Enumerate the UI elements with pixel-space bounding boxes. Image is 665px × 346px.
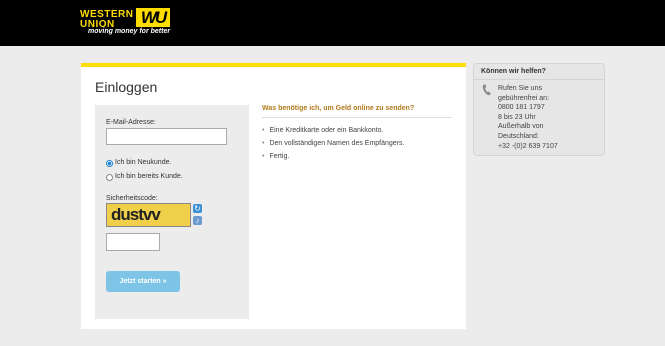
help-phone-number: 0800 181 1797 — [498, 104, 545, 112]
speaker-icon[interactable]: ♪ — [193, 216, 202, 225]
radio-new-customer[interactable] — [106, 160, 113, 167]
radio-new-customer-label[interactable]: Ich bin Neukunde. — [115, 159, 171, 166]
list-item: Fertig. — [262, 150, 404, 163]
captcha-label: Sicherheitscode: — [106, 195, 158, 202]
help-intl-number: +32 -(0)2 639 7107 — [498, 142, 558, 150]
brand-tagline: moving money for better — [88, 28, 171, 35]
login-card: Einloggen E-Mail-Adresse: Ich bin Neukun… — [81, 63, 466, 329]
help-box: Können wir helfen? Rufen Sie uns gebühre… — [473, 63, 605, 156]
requirements-list: Eine Kreditkarte oder ein Bankkonto. Den… — [262, 124, 404, 163]
help-line: Rufen Sie uns — [498, 85, 542, 92]
refresh-icon[interactable]: ↻ — [193, 204, 202, 213]
header-bar: WESTERN UNION WU moving money for better — [0, 0, 665, 46]
email-field[interactable] — [106, 128, 227, 145]
help-line: Deutschland: — [498, 132, 539, 140]
radio-existing-customer[interactable] — [106, 174, 113, 181]
help-line: gebührenfrei an: — [498, 94, 549, 102]
help-divider — [474, 79, 604, 80]
help-contact-text: Rufen Sie uns gebührenfrei an: 0800 181 … — [498, 84, 558, 151]
help-line: Außerhalb von — [498, 123, 544, 131]
list-item: Den vollständigen Namen des Empfängers. — [262, 137, 404, 150]
submit-button[interactable]: Jetzt starten » — [106, 271, 180, 292]
info-divider — [262, 117, 452, 118]
brand-logo-text[interactable]: WESTERN UNION — [80, 10, 134, 30]
captcha-input[interactable] — [106, 233, 160, 251]
list-item: Eine Kreditkarte oder ein Bankkonto. — [262, 124, 404, 137]
brand-logo-mark[interactable]: WU — [136, 8, 170, 27]
captcha-image: dustvv — [106, 203, 191, 227]
login-form-panel: E-Mail-Adresse: Ich bin Neukunde. Ich bi… — [95, 105, 249, 319]
help-line: 8 bis 23 Uhr — [498, 113, 536, 121]
info-title: Was benötige ich, um Geld online zu send… — [262, 105, 415, 112]
radio-existing-customer-label[interactable]: Ich bin bereits Kunde. — [115, 173, 183, 180]
help-title: Können wir helfen? — [481, 68, 546, 75]
email-label: E-Mail-Adresse: — [106, 119, 156, 126]
phone-icon — [482, 84, 491, 96]
page-title: Einloggen — [95, 79, 158, 95]
